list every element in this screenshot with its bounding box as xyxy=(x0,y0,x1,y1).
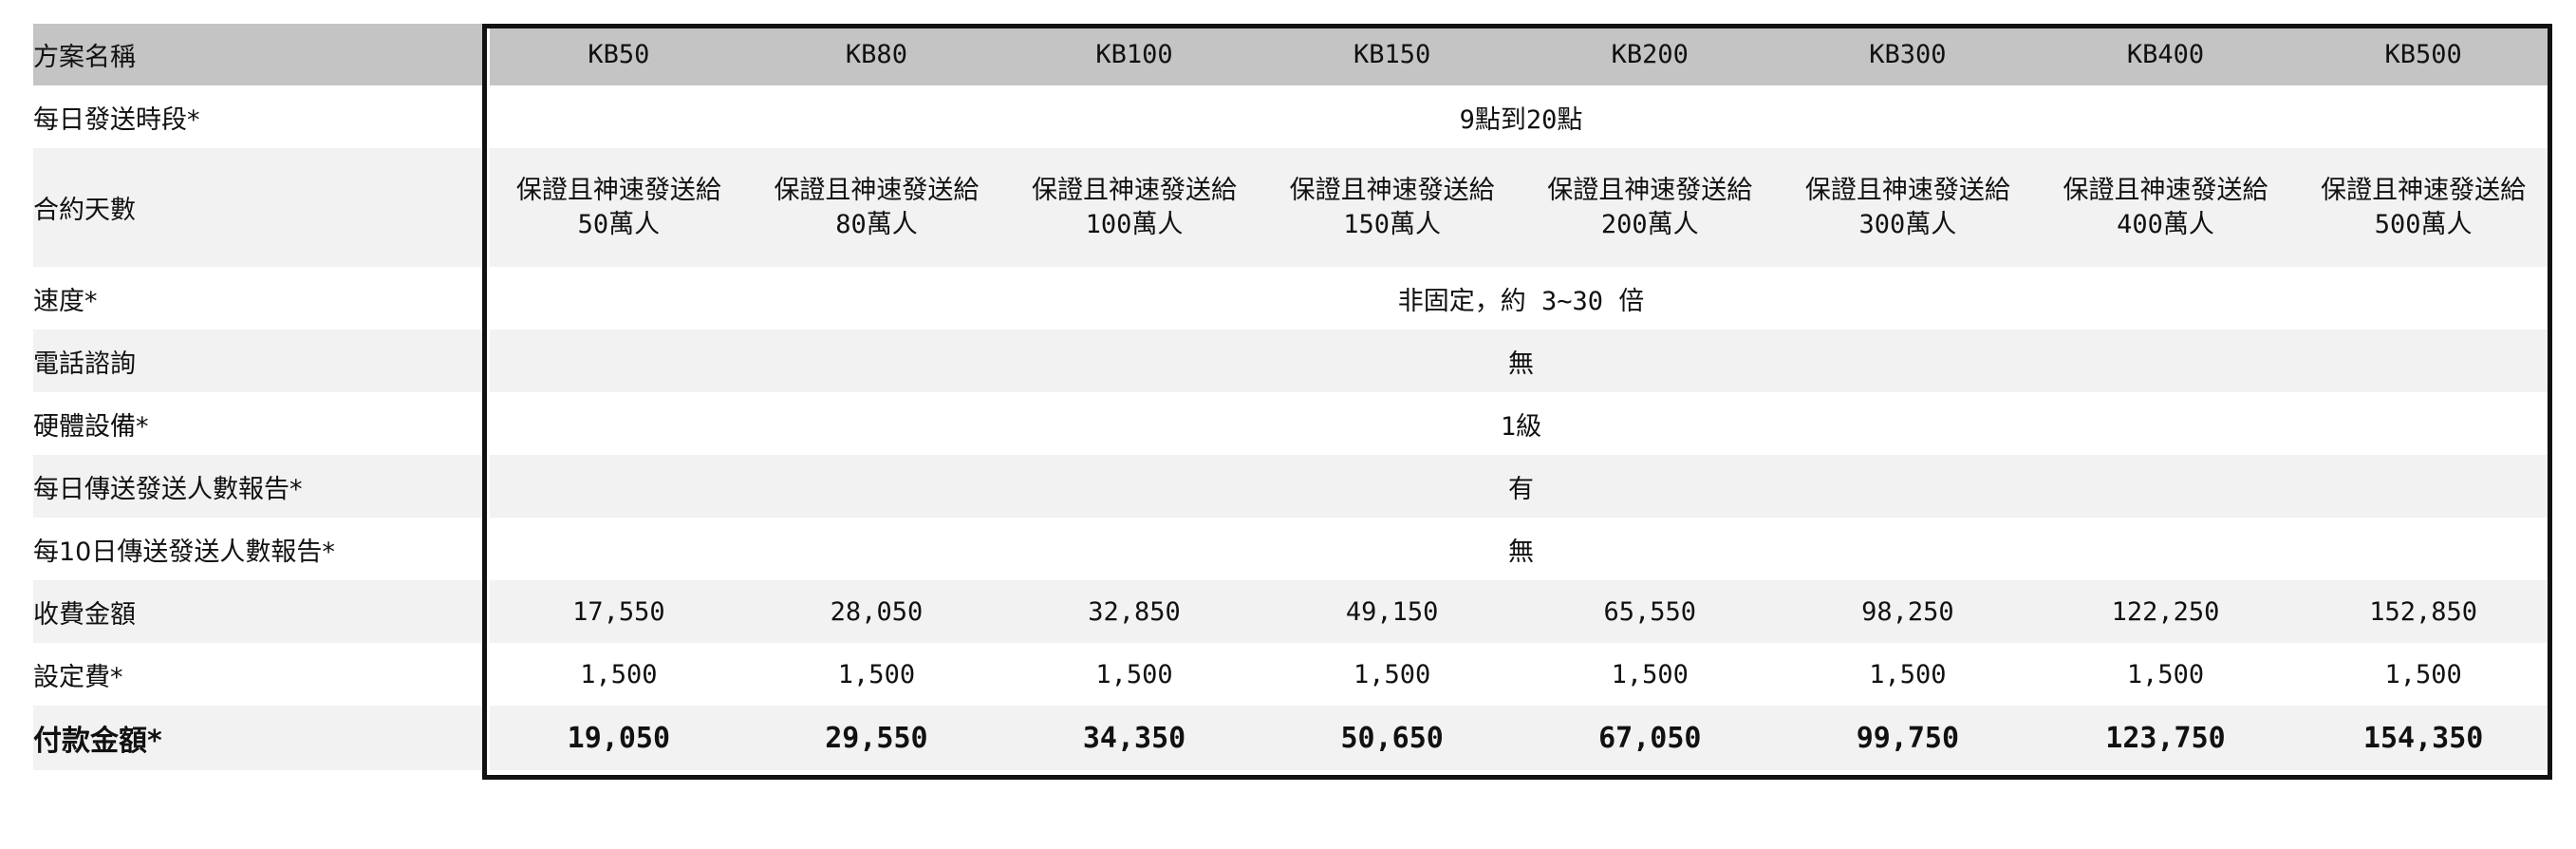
row-label: 每日發送時段* xyxy=(33,104,200,135)
contract-amount: 400萬人 xyxy=(2117,209,2214,239)
plan-name: KB500 xyxy=(2294,24,2552,85)
header-label: 方案名稱 xyxy=(33,24,483,85)
total-value: 99,750 xyxy=(1856,721,1960,755)
row-label: 收費金額 xyxy=(33,599,136,630)
contract-amount: 200萬人 xyxy=(1600,209,1699,239)
total-value: 123,750 xyxy=(2105,721,2226,755)
plan-name: KB200 xyxy=(1521,24,1780,85)
contract-cell: 保證且神速發送給 300萬人 xyxy=(1779,148,2037,267)
row-label: 每10日傳送發送人數報告* xyxy=(33,537,335,567)
header-row: 方案名稱 KB50 KB80 KB100 KB150 KB200 KB300 K… xyxy=(33,24,2552,85)
table-row: 付款金額* 19,050 29,550 34,350 50,650 67,050… xyxy=(33,706,2552,770)
setup-fee-value: 1,500 xyxy=(1095,659,1173,689)
contract-line1: 保證且神速發送給 xyxy=(2063,175,2268,205)
setup-fee-value: 1,500 xyxy=(837,659,916,689)
total-value: 50,650 xyxy=(1340,721,1444,755)
table-row: 合約天數 保證且神速發送給 50萬人 保證且神速發送給 80萬人 保證且神速發送給 1… xyxy=(33,148,2552,267)
plan-comparison-table: 方案名稱 KB50 KB80 KB100 KB150 KB200 KB300 K… xyxy=(33,24,2552,770)
row-label: 電話諮詢 xyxy=(33,349,136,379)
fee-value: 152,850 xyxy=(2369,596,2478,627)
ten-day-report-value: 無 xyxy=(1508,537,1535,567)
total-value: 34,350 xyxy=(1082,721,1186,755)
fee-value: 17,550 xyxy=(572,596,665,627)
table-row: 收費金額 17,550 28,050 32,850 49,150 65,550 … xyxy=(33,580,2552,643)
row-label: 速度* xyxy=(33,286,98,316)
setup-fee-value: 1,500 xyxy=(2384,659,2462,689)
contract-cell: 保證且神速發送給 80萬人 xyxy=(748,148,1006,267)
total-value: 67,050 xyxy=(1598,721,1702,755)
row-label: 付款金額* xyxy=(33,725,162,758)
contract-amount: 500萬人 xyxy=(2374,209,2473,239)
fee-value: 65,550 xyxy=(1603,596,1697,627)
table-row: 設定費* 1,500 1,500 1,500 1,500 1,500 1,500… xyxy=(33,643,2552,706)
setup-fee-value: 1,500 xyxy=(2126,659,2205,689)
fee-value: 28,050 xyxy=(830,596,924,627)
contract-cell: 保證且神速發送給 150萬人 xyxy=(1263,148,1521,267)
contract-amount: 150萬人 xyxy=(1343,209,1442,239)
daily-time-value: 9點到20點 xyxy=(1459,104,1583,135)
contract-cell: 保證且神速發送給 500萬人 xyxy=(2294,148,2552,267)
contract-line1: 保證且神速發送給 xyxy=(2321,175,2527,205)
contract-line1: 保證且神速發送給 xyxy=(1804,175,2010,205)
setup-fee-value: 1,500 xyxy=(1869,659,1947,689)
daily-report-value: 有 xyxy=(1508,474,1535,504)
table-row: 每日發送時段* 9點到20點 xyxy=(33,85,2552,148)
contract-amount: 300萬人 xyxy=(1858,209,1957,239)
plan-name: KB400 xyxy=(2036,24,2295,85)
table-row: 每10日傳送發送人數報告* 無 xyxy=(33,518,2552,580)
fee-value: 122,250 xyxy=(2111,596,2220,627)
setup-fee-value: 1,500 xyxy=(580,659,658,689)
plan-name: KB150 xyxy=(1262,24,1521,85)
table-row: 每日傳送發送人數報告* 有 xyxy=(33,455,2552,518)
table-row: 硬體設備* 1級 xyxy=(33,392,2552,455)
contract-line1: 保證且神速發送給 xyxy=(515,175,721,205)
contract-cell: 保證且神速發送給 100萬人 xyxy=(1005,148,1263,267)
row-label: 每日傳送發送人數報告* xyxy=(33,474,303,504)
contract-amount: 100萬人 xyxy=(1085,209,1184,239)
table-row: 電話諮詢 無 xyxy=(33,330,2552,392)
row-label: 硬體設備* xyxy=(33,411,149,442)
table-row: 速度* 非固定，約 3~30 倍 xyxy=(33,267,2552,330)
contract-line1: 保證且神速發送給 xyxy=(1547,175,1753,205)
contract-cell: 保證且神速發送給 50萬人 xyxy=(490,148,748,267)
row-label: 設定費* xyxy=(33,662,123,692)
contract-line1: 保證且神速發送給 xyxy=(1032,175,1238,205)
fee-value: 32,850 xyxy=(1088,596,1181,627)
plan-name: KB50 xyxy=(490,24,748,85)
contract-cell: 保證且神速發送給 400萬人 xyxy=(2037,148,2295,267)
total-value: 19,050 xyxy=(567,721,671,755)
setup-fee-value: 1,500 xyxy=(1353,659,1431,689)
fee-value: 98,250 xyxy=(1861,596,1954,627)
plan-name: KB80 xyxy=(747,24,1006,85)
total-value: 154,350 xyxy=(2362,721,2484,755)
contract-cell: 保證且神速發送給 200萬人 xyxy=(1521,148,1779,267)
hardware-value: 1級 xyxy=(1500,411,1542,442)
fee-value: 49,150 xyxy=(1345,596,1439,627)
plan-name: KB300 xyxy=(1779,24,2037,85)
contract-amount: 80萬人 xyxy=(835,209,918,239)
speed-value: 非固定，約 3~30 倍 xyxy=(1397,286,1645,316)
setup-fee-value: 1,500 xyxy=(1611,659,1689,689)
contract-line1: 保證且神速發送給 xyxy=(774,175,980,205)
plan-name: KB100 xyxy=(1005,24,1263,85)
contract-amount: 50萬人 xyxy=(577,209,661,239)
row-label: 合約天數 xyxy=(33,196,136,225)
contract-line1: 保證且神速發送給 xyxy=(1289,175,1495,205)
phone-value: 無 xyxy=(1508,349,1535,379)
total-value: 29,550 xyxy=(825,721,928,755)
